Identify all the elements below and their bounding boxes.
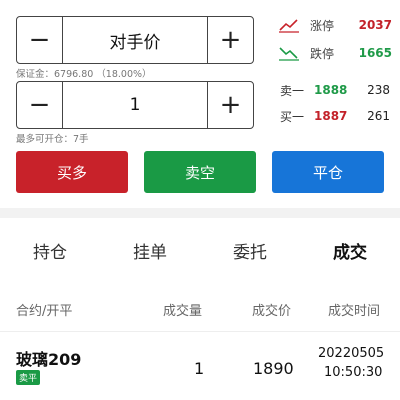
limit-up-value: 2037 (358, 18, 392, 32)
header-time: 成交时间 (328, 304, 381, 319)
price-minus-button[interactable]: − (17, 17, 63, 63)
order-tabs: 持仓 挂单 委托 成交 (0, 226, 400, 274)
tab-trades[interactable]: 成交 (300, 226, 400, 274)
buy-long-button[interactable]: 买多 (16, 151, 128, 193)
limit-up-row: 涨停 2037 (278, 13, 392, 37)
price-plus-button[interactable]: + (207, 17, 253, 63)
price-type-stepper: − 对手价 + (16, 16, 254, 64)
header-price: 成交价 (252, 304, 292, 319)
bid-row: 买一 1887 261 (280, 106, 390, 126)
bid-label: 买一 (280, 109, 305, 124)
trade-price: 1890 (253, 359, 294, 378)
quantity-stepper: − 1 + (16, 81, 254, 129)
trade-time: 10:50:30 (324, 365, 383, 380)
limit-down-value: 1665 (358, 46, 392, 60)
limit-down-row: 跌停 1665 (278, 41, 392, 65)
table-header: 合约/开平 成交量 成交价 成交时间 (0, 298, 400, 320)
header-volume: 成交量 (163, 304, 203, 319)
ask-row: 卖一 1888 238 (280, 80, 390, 100)
trade-date: 20220505 (318, 346, 385, 361)
quantity-minus-button[interactable]: − (17, 82, 63, 128)
quantity-field[interactable]: 1 (63, 82, 207, 128)
ask-volume: 238 (367, 83, 390, 97)
bid-volume: 261 (367, 109, 390, 123)
bid-price: 1887 (314, 109, 348, 123)
limit-down-label: 跌停 (310, 46, 335, 61)
quantity-plus-button[interactable]: + (207, 82, 253, 128)
ask-label: 卖一 (280, 83, 305, 98)
contract-name: 玻璃209 (16, 350, 82, 369)
margin-hint: 保证金：6796.80 （18.00%） (16, 69, 152, 80)
trend-down-icon (279, 47, 299, 61)
row-divider (0, 331, 400, 332)
max-open-hint: 最多可开仓：7手 (16, 134, 89, 145)
limit-up-label: 涨停 (310, 18, 335, 33)
section-divider (0, 208, 400, 218)
tab-orders[interactable]: 委托 (200, 226, 300, 274)
header-contract: 合约/开平 (16, 304, 73, 319)
tab-pending[interactable]: 挂单 (100, 226, 200, 274)
tab-positions[interactable]: 持仓 (0, 226, 100, 274)
close-type-badge: 卖平 (16, 370, 41, 385)
ask-price: 1888 (314, 83, 348, 97)
close-position-button[interactable]: 平仓 (272, 151, 384, 193)
price-type-field[interactable]: 对手价 (63, 17, 207, 63)
trend-up-icon (279, 19, 299, 33)
sell-short-button[interactable]: 卖空 (144, 151, 256, 193)
trade-volume: 1 (194, 359, 205, 378)
